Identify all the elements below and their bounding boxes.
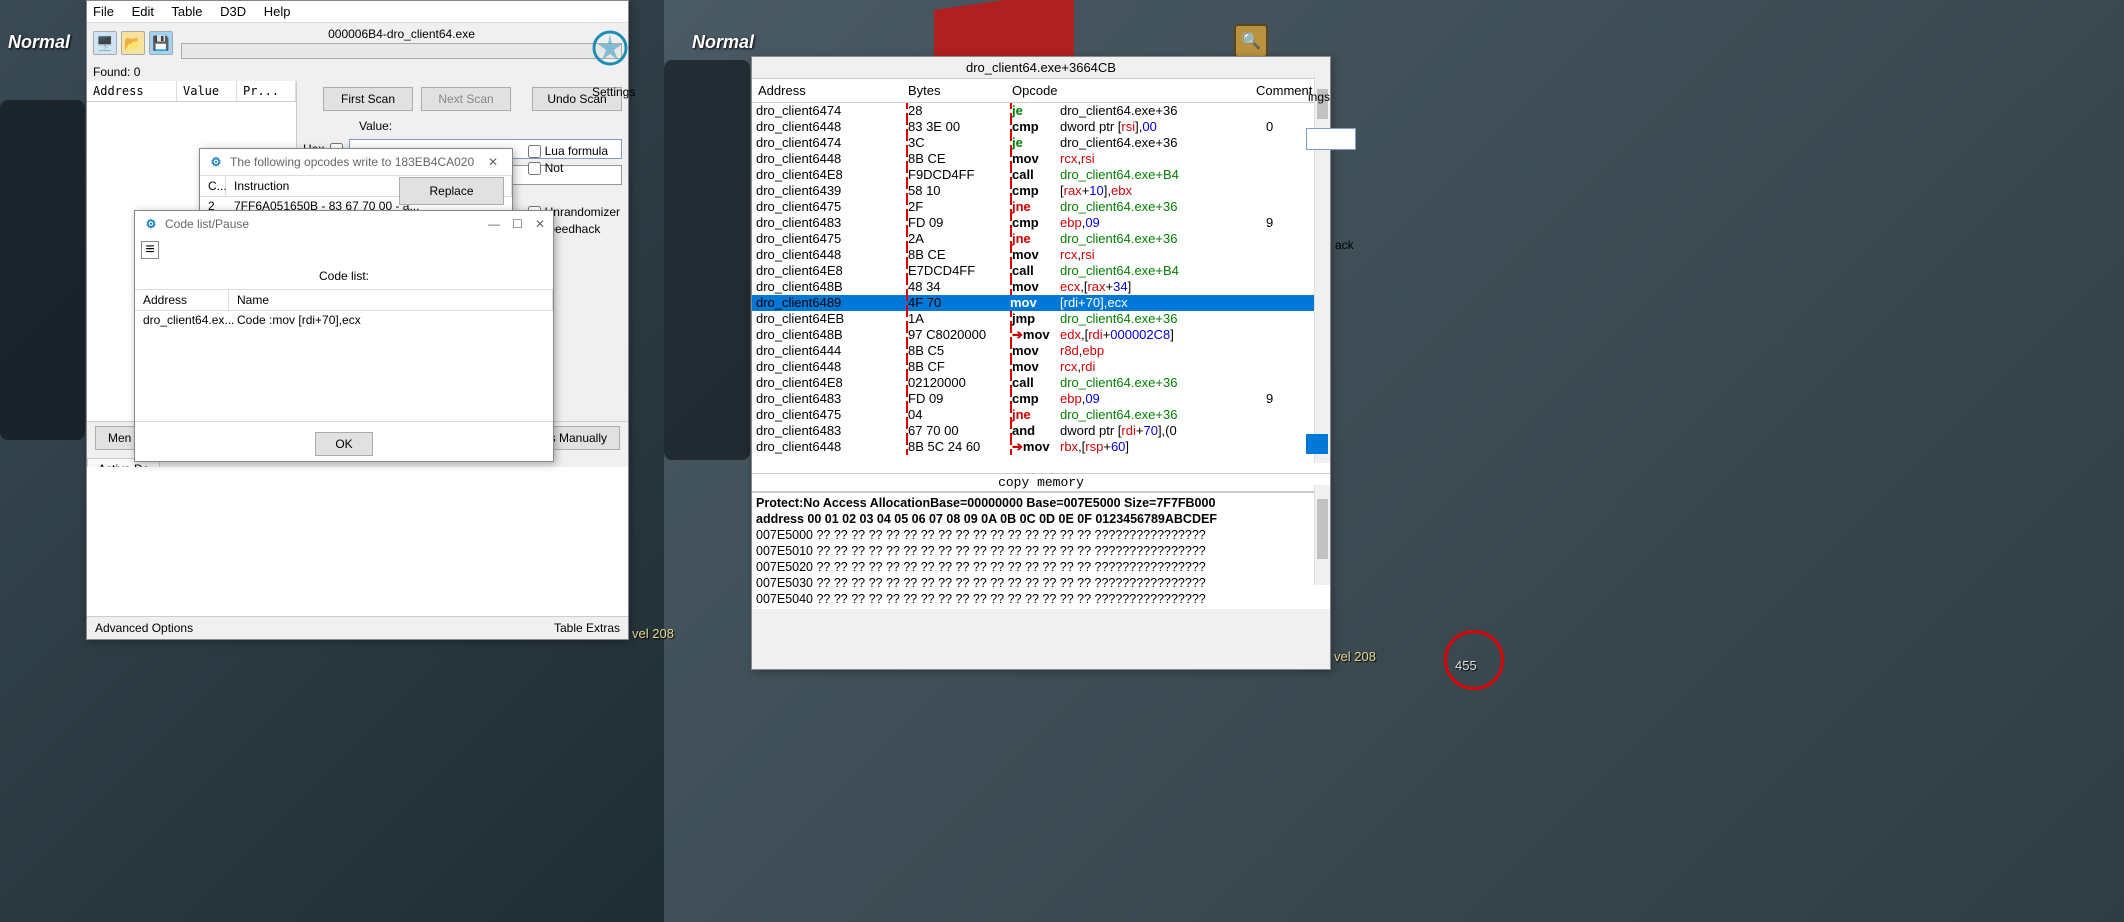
- replace-button[interactable]: Replace: [399, 177, 504, 205]
- ce-logo-icon: ⚙: [208, 154, 224, 170]
- opcodes-window: ⚙ The following opcodes write to 183EB4C…: [199, 148, 513, 212]
- first-scan-button[interactable]: First Scan: [323, 87, 413, 111]
- speedhack-partial: ack: [1335, 238, 1354, 252]
- open-process-icon[interactable]: 🖥️: [93, 31, 117, 55]
- menu-d3d[interactable]: D3D: [220, 4, 246, 19]
- disassembly-list[interactable]: dro_client647428jedro_client64.exe+36dro…: [752, 103, 1330, 473]
- col-address[interactable]: Address: [752, 81, 902, 100]
- open-file-icon[interactable]: 📂: [121, 31, 145, 55]
- table-row-partial[interactable]: [1306, 434, 1328, 454]
- disassembly-row[interactable]: dro_client64488B CFmovrcx,rdi: [752, 359, 1330, 375]
- settings-partial: ings: [1308, 90, 1330, 104]
- ce-logo-icon: [592, 30, 628, 66]
- col-bytes[interactable]: Bytes: [902, 81, 1006, 100]
- ok-button[interactable]: OK: [315, 432, 373, 456]
- search-icon[interactable]: 🔍: [1234, 24, 1268, 58]
- col-count[interactable]: C...: [200, 176, 226, 196]
- disassembly-row[interactable]: dro_client64743Cjedro_client64.exe+36: [752, 135, 1330, 151]
- disassembly-row[interactable]: dro_client648367 70 00anddword ptr [rdi+…: [752, 423, 1330, 439]
- maximize-icon[interactable]: ☐: [512, 217, 523, 231]
- codelist-row[interactable]: dro_client64.ex... Code :mov [rdi+70],ec…: [135, 311, 553, 329]
- process-title: 000006B4-dro_client64.exe: [181, 27, 622, 43]
- lua-checkbox[interactable]: [528, 145, 541, 158]
- memory-viewer-window: dro_client64.exe+3664CB Address Bytes Op…: [751, 56, 1331, 670]
- disassembly-row[interactable]: dro_client64488B CEmovrcx,rsi: [752, 247, 1330, 263]
- menu-file[interactable]: File: [93, 4, 114, 19]
- disassembly-row[interactable]: dro_client64752Fjnedro_client64.exe+36: [752, 199, 1330, 215]
- disassembly-row[interactable]: dro_client64894F 70mov[rdi+70],ecx: [752, 295, 1330, 311]
- dis-title: dro_client64.exe+3664CB: [752, 57, 1330, 79]
- value-label: Value:: [359, 119, 392, 133]
- toolbar: 🖥️ 📂 💾 000006B4-dro_client64.exe: [87, 23, 628, 63]
- disassembly-row[interactable]: dro_client6483FD 09cmpebp,099: [752, 215, 1330, 231]
- disassembly-row[interactable]: dro_client64448B C5movr8d,ebp: [752, 343, 1330, 359]
- game-mode-label: Normal: [8, 32, 70, 53]
- close-icon[interactable]: ✕: [482, 155, 504, 169]
- opcodes-title: The following opcodes write to 183EB4CA0…: [230, 155, 474, 169]
- disassembly-row[interactable]: dro_client6483FD 09cmpebp,099: [752, 391, 1330, 407]
- next-scan-button[interactable]: Next Scan: [421, 87, 511, 111]
- codelist-window: ⚙ Code list/Pause — ☐ ✕ ≡ Code list: Add…: [134, 210, 554, 462]
- codelist-heading: Code list:: [135, 263, 553, 289]
- ce-logo-icon: ⚙: [143, 216, 159, 232]
- list-icon[interactable]: ≡: [141, 241, 159, 259]
- col-prev[interactable]: Pr...: [237, 81, 296, 101]
- level-label: vel 208: [1334, 649, 1376, 664]
- minimize-icon[interactable]: —: [488, 217, 500, 231]
- settings-link[interactable]: Settings: [592, 85, 635, 99]
- disassembly-row[interactable]: dro_client64488B CEmovrcx,rsi: [752, 151, 1330, 167]
- disassembly-row[interactable]: dro_client648B48 34movecx,[rax+34]: [752, 279, 1330, 295]
- menu-table[interactable]: Table: [171, 4, 202, 19]
- value-input-partial[interactable]: [1306, 128, 1356, 150]
- found-count: Found: 0: [87, 63, 628, 81]
- disassembly-row[interactable]: dro_client64488B 5C 24 60➔movrbx,[rsp+60…: [752, 439, 1330, 455]
- col-address[interactable]: Address: [135, 290, 229, 310]
- hex-view[interactable]: Protect:No Access AllocationBase=0000000…: [752, 492, 1330, 609]
- menubar: File Edit Table D3D Help: [87, 1, 628, 23]
- disassembly-row[interactable]: dro_client64E8F9DCD4FFcalldro_client64.e…: [752, 167, 1330, 183]
- col-address[interactable]: Address: [87, 81, 177, 101]
- disassembly-row[interactable]: dro_client64E802120000calldro_client64.e…: [752, 375, 1330, 391]
- disassembly-row[interactable]: dro_client64752Ajnedro_client64.exe+36: [752, 231, 1330, 247]
- codelist-title: Code list/Pause: [165, 217, 249, 231]
- progress-bar: [181, 43, 622, 59]
- col-value[interactable]: Value: [177, 81, 237, 101]
- col-name[interactable]: Name: [229, 290, 553, 310]
- scrollbar[interactable]: [1314, 485, 1330, 585]
- disassembly-row[interactable]: dro_client644883 3E 00cmpdword ptr [rsi]…: [752, 119, 1330, 135]
- disassembly-row[interactable]: dro_client648B97 C8020000➔movedx,[rdi+00…: [752, 327, 1330, 343]
- disassembly-row[interactable]: dro_client647504jnedro_client64.exe+36: [752, 407, 1330, 423]
- menu-edit[interactable]: Edit: [132, 4, 154, 19]
- copy-memory-button[interactable]: copy memory: [752, 473, 1330, 492]
- level-label: vel 208: [632, 626, 674, 641]
- highlight-circle: [1444, 630, 1504, 690]
- menu-help[interactable]: Help: [264, 4, 291, 19]
- disassembly-row[interactable]: dro_client643958 10cmp[rax+10],ebx: [752, 183, 1330, 199]
- disassembly-row[interactable]: dro_client64E8E7DCD4FFcalldro_client64.e…: [752, 263, 1330, 279]
- save-icon[interactable]: 💾: [149, 31, 173, 55]
- table-extras-link[interactable]: Table Extras: [554, 621, 620, 635]
- disassembly-row[interactable]: dro_client647428jedro_client64.exe+36: [752, 103, 1330, 119]
- disassembly-row[interactable]: dro_client64EB1Ajmpdro_client64.exe+36: [752, 311, 1330, 327]
- close-icon[interactable]: ✕: [535, 217, 545, 231]
- col-opcode[interactable]: Opcode: [1006, 81, 1086, 100]
- game-mode-label: Normal: [692, 32, 754, 53]
- cheat-table-area[interactable]: [87, 467, 628, 617]
- not-checkbox[interactable]: [528, 162, 541, 175]
- advanced-options-link[interactable]: Advanced Options: [95, 621, 193, 635]
